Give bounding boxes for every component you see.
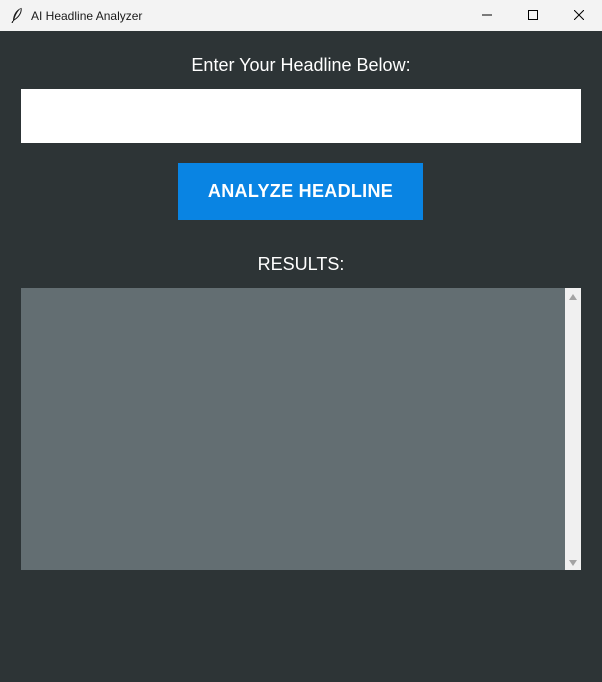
scrollbar-track[interactable] [567,305,579,553]
maximize-button[interactable] [510,0,556,31]
scroll-up-button[interactable] [565,288,581,304]
close-icon [573,9,585,23]
results-text-area[interactable] [21,288,565,570]
headline-input[interactable] [21,89,581,143]
close-button[interactable] [556,0,602,31]
maximize-icon [528,9,538,23]
results-label: RESULTS: [257,254,345,274]
app-window: AI Headline Analyzer Enter Your Headline… [0,0,602,682]
analyze-headline-button[interactable]: ANALYZE HEADLINE [178,163,423,220]
results-scrollbar[interactable] [565,288,581,570]
window-title: AI Headline Analyzer [31,9,143,23]
feather-icon [10,7,24,24]
headline-label: Enter Your Headline Below: [191,55,411,75]
minimize-button[interactable] [464,0,510,31]
triangle-up-icon [569,287,577,305]
minimize-icon [482,9,492,23]
title-bar[interactable]: AI Headline Analyzer [0,0,602,31]
triangle-down-icon [569,553,577,571]
scroll-down-button[interactable] [565,554,581,570]
